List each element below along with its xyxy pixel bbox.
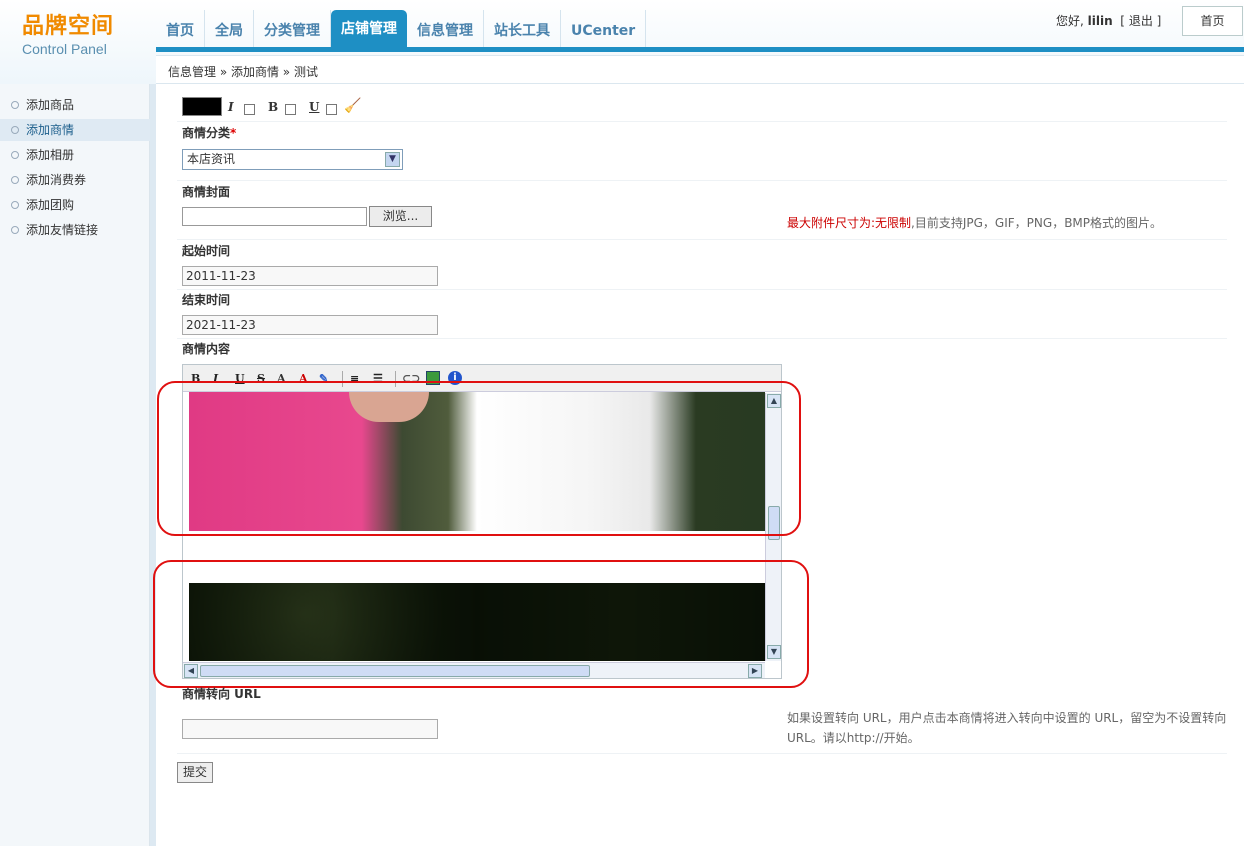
breadcrumb: 信息管理 » 添加商情 » 测试: [156, 55, 1244, 84]
end-label: 结束时间: [182, 293, 231, 307]
divider: [177, 121, 1227, 122]
user-area: 您好, lilin [ 退出 ]: [1056, 12, 1161, 29]
divider: [177, 338, 1227, 339]
sidebar-item-label: 添加相册: [26, 148, 75, 162]
cover-label: 商情封面: [182, 185, 231, 199]
bullet-icon: [11, 151, 19, 159]
nav-home[interactable]: 首页: [156, 10, 205, 47]
sidebar-item-label: 添加商品: [26, 98, 75, 112]
breadcrumb-text: 信息管理 » 添加商情 » 测试: [168, 65, 318, 79]
username: lilin: [1087, 14, 1113, 28]
bold-checkbox[interactable]: [285, 104, 296, 115]
bullet-icon: [11, 226, 19, 234]
logout-open: [: [1120, 14, 1125, 28]
italic-checkbox[interactable]: [244, 104, 255, 115]
sidebar-item-add-coupon[interactable]: 添加消费券: [0, 169, 150, 191]
highlight-circle-2: [153, 560, 809, 688]
required-mark: *: [230, 126, 237, 140]
bullet-icon: [11, 126, 19, 134]
submit-button[interactable]: 提交: [177, 762, 213, 783]
sidebar-item-add-news[interactable]: 添加商情: [0, 119, 150, 141]
redirect-url-label: 商情转向 URL: [182, 687, 261, 701]
chevron-down-icon[interactable]: ▼: [385, 152, 400, 167]
sidebar-item-label: 添加商情: [26, 123, 75, 137]
nav-tools[interactable]: 站长工具: [484, 10, 561, 47]
nav-underline: [156, 47, 1244, 52]
nav-ucenter[interactable]: UCenter: [561, 10, 647, 47]
sidebar: 添加商品 添加商情 添加相册 添加消费券 添加团购 添加友情链接: [0, 84, 150, 846]
logo-title: 品牌空间: [22, 14, 115, 39]
home-button[interactable]: 首页: [1182, 6, 1243, 36]
logo: 品牌空间 Control Panel: [22, 14, 132, 64]
sidebar-item-add-product[interactable]: 添加商品: [0, 94, 150, 116]
browse-button[interactable]: 浏览...: [369, 206, 432, 227]
logo-subtitle: Control Panel: [22, 41, 107, 57]
file-hint-formats: ,目前支持JPG，GIF，PNG，BMP格式的图片。: [911, 216, 1163, 230]
title-color-picker[interactable]: [182, 97, 222, 116]
category-value: 本店资讯: [187, 152, 236, 166]
brush-icon[interactable]: 🧹: [344, 98, 361, 114]
underline-label: U: [309, 100, 320, 114]
main-nav: 首页 全局 分类管理 店铺管理 信息管理 站长工具 UCenter: [156, 10, 647, 47]
bold-label: B: [268, 100, 279, 114]
greeting: 您好,: [1056, 14, 1084, 28]
sidebar-item-label: 添加友情链接: [26, 223, 99, 237]
file-hint-limit: 最大附件尺寸为:无限制: [787, 216, 912, 230]
bullet-icon: [11, 201, 19, 209]
main-form: I B U 🧹 商情分类* 本店资讯 ▼ 商情封面 浏览... 最大附件尺寸为:…: [153, 84, 1244, 846]
sidebar-item-label: 添加团购: [26, 198, 75, 212]
bullet-icon: [11, 101, 19, 109]
divider: [177, 753, 1227, 754]
nav-category[interactable]: 分类管理: [254, 10, 331, 47]
sidebar-item-add-link[interactable]: 添加友情链接: [0, 219, 150, 241]
start-label: 起始时间: [182, 244, 231, 258]
start-time-input[interactable]: 2011-11-23: [182, 266, 438, 286]
redirect-url-input[interactable]: [182, 719, 438, 739]
logout-link[interactable]: 退出: [1129, 14, 1153, 28]
sidebar-item-label: 添加消费券: [26, 173, 87, 187]
highlight-circle-1: [157, 381, 801, 536]
file-hint: 最大附件尺寸为:无限制,目前支持JPG，GIF，PNG，BMP格式的图片。: [787, 214, 1162, 231]
redirect-url-hint: 如果设置转向 URL，用户点击本商情将进入转向中设置的 URL，留空为不设置转向…: [787, 711, 1227, 745]
underline-checkbox[interactable]: [326, 104, 337, 115]
sidebar-item-add-album[interactable]: 添加相册: [0, 144, 150, 166]
nav-global[interactable]: 全局: [205, 10, 254, 47]
category-label: 商情分类*: [182, 126, 237, 140]
sidebar-item-add-groupbuy[interactable]: 添加团购: [0, 194, 150, 216]
nav-info[interactable]: 信息管理: [407, 10, 484, 47]
end-time-input[interactable]: 2021-11-23: [182, 315, 438, 335]
category-select[interactable]: 本店资讯 ▼: [182, 149, 403, 170]
divider: [177, 289, 1227, 290]
nav-shop[interactable]: 店铺管理: [331, 10, 407, 47]
content-label: 商情内容: [182, 342, 231, 356]
bullet-icon: [11, 176, 19, 184]
cover-file-input[interactable]: [182, 207, 367, 226]
logout-close: ]: [1156, 14, 1162, 28]
sidebar-edge: [150, 84, 156, 846]
divider: [177, 239, 1227, 240]
italic-label: I: [228, 100, 234, 114]
divider: [177, 180, 1227, 181]
